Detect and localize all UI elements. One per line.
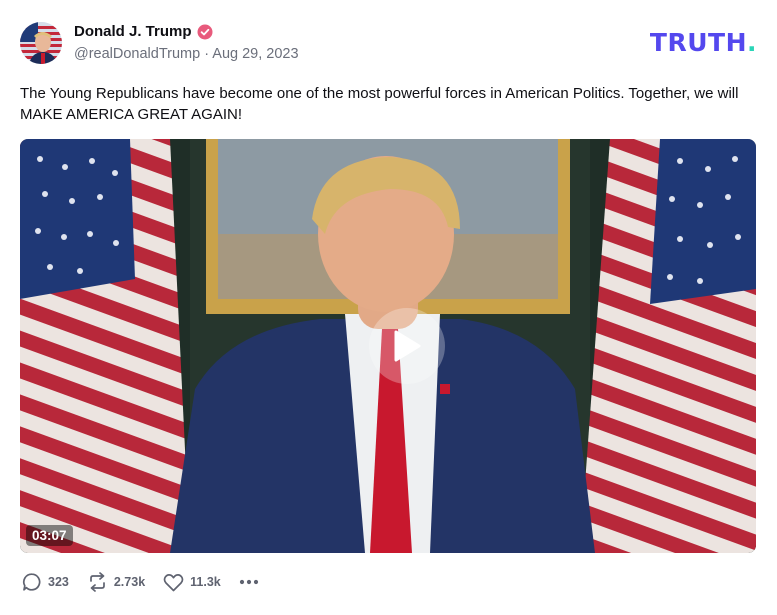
video-duration: 03:07: [26, 525, 73, 546]
post-actions: 323 2.73k 11.3k: [22, 572, 277, 592]
more-options-button[interactable]: [239, 579, 259, 585]
handle-and-date[interactable]: @realDonaldTrump · Aug 29, 2023: [74, 46, 299, 62]
retruth-count: 2.73k: [113, 575, 146, 589]
like-button[interactable]: 11.3k: [163, 573, 221, 592]
video-player[interactable]: 03:07: [20, 139, 756, 553]
retruth-button[interactable]: 2.73k: [87, 572, 145, 592]
logo-text: TRUTH: [649, 28, 747, 57]
author-row: Donald J. Trump: [74, 23, 213, 40]
like-count: 11.3k: [190, 575, 221, 589]
author-name[interactable]: Donald J. Trump: [74, 23, 192, 40]
reply-count: 323: [48, 575, 69, 589]
reply-button[interactable]: 323: [22, 572, 69, 592]
logo-dot: .: [747, 28, 757, 57]
more-icon: [239, 579, 259, 585]
truth-social-logo[interactable]: TRUTH.: [650, 28, 757, 57]
verified-badge-icon: [197, 24, 213, 40]
post-text: The Young Republicans have become one of…: [20, 85, 739, 123]
heart-icon: [163, 573, 184, 592]
post-header: Donald J. Trump @realDonaldTrump · Aug 2…: [20, 22, 757, 66]
retruth-icon: [87, 572, 108, 592]
play-icon: [394, 330, 421, 362]
play-button[interactable]: [369, 308, 445, 384]
reply-icon: [22, 572, 42, 592]
avatar[interactable]: [20, 22, 62, 64]
